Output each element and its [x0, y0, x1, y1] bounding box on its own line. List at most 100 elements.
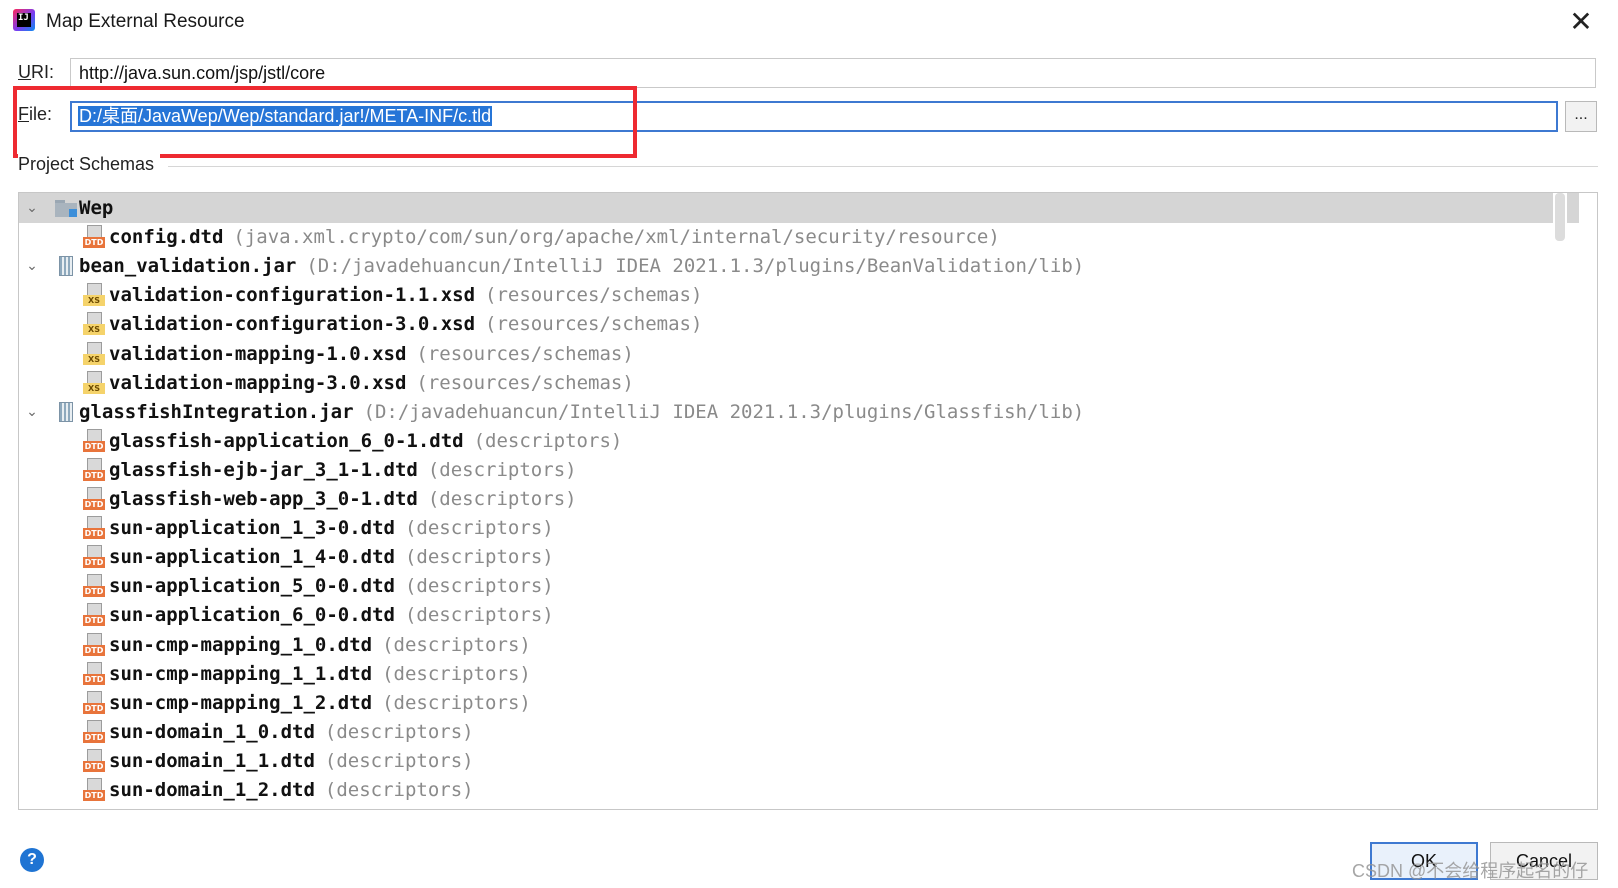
jar-icon: [59, 256, 73, 277]
tree-item-path: (resources/schemas): [416, 371, 634, 394]
tree-item-path: (descriptors): [404, 546, 554, 569]
tree-item-path: (descriptors): [382, 691, 531, 714]
jar-icon: [59, 401, 73, 422]
tree-row[interactable]: DTD sun-application_1_3-0.dtd (descriptors…: [19, 513, 1579, 543]
section-divider: [168, 166, 1598, 167]
tree-item-name: glassfish-application_6_0-1.dtd: [109, 429, 464, 452]
xsd-file-icon: XS: [83, 312, 105, 336]
tree-row[interactable]: DTD config.dtd (java.xml.crypto/com/sun/or…: [19, 222, 1579, 252]
chevron-down-icon[interactable]: ⌄: [24, 251, 40, 281]
tree-item-path: (resources/schemas): [485, 284, 703, 307]
tree-row[interactable]: DTD sun-application_5_0-0.dtd (descriptors…: [19, 571, 1579, 601]
tree-item-name: sun-application_1_4-0.dtd: [109, 546, 395, 569]
tree-item-name: config.dtd: [109, 226, 224, 249]
dtd-file-icon: DTD: [83, 632, 105, 657]
xsd-file-icon: XS: [83, 341, 105, 366]
tree-item-name: glassfish-web-app_3_0-1.dtd: [109, 488, 418, 510]
dtd-file-icon: DTD: [83, 574, 105, 598]
project-schemas-label: Project Schemas: [18, 154, 161, 175]
tree-item-name: sun-cmp-mapping_1_0.dtd: [109, 633, 373, 656]
xsd-file-icon: XS: [83, 283, 105, 307]
tree-item-path: (D:/javadehuancun/IntelliJ IDEA 2021.1.3…: [363, 400, 1085, 423]
tree-item-name: sun-application_5_0-0.dtd: [109, 575, 395, 598]
tree-row[interactable]: XS validation-configuration-3.0.xsd (resou…: [19, 309, 1579, 339]
tree-item-name: validation-mapping-1.0.xsd: [109, 342, 407, 365]
tree-row[interactable]: DTD sun-domain_1_2.dtd (descriptors): [19, 775, 1579, 805]
tree-row[interactable]: DTD sun-application_1_4-0.dtd (descriptors…: [19, 542, 1579, 572]
uri-input[interactable]: http://java.sun.com/jsp/jstl/core: [70, 58, 1596, 88]
tree-item-name: sun-application_1_3-0.dtd: [109, 517, 395, 540]
tree-item-path: (descriptors): [473, 429, 623, 452]
tree-row[interactable]: DTD sun-cmp-mapping_1_0.dtd (descriptors): [19, 630, 1579, 660]
intellij-idea-icon: IJ: [13, 9, 35, 31]
tree-item-name: glassfish-ejb-jar_3_1-1.dtd: [109, 458, 418, 481]
tree-row[interactable]: DTD sun-domain_1_1.dtd (descriptors): [19, 746, 1579, 776]
tree-item-path: (resources/schemas): [416, 342, 634, 365]
tree-row[interactable]: DTD glassfish-ejb-jar_3_1-1.dtd (descripto…: [19, 455, 1579, 485]
vertical-scrollbar[interactable]: [1553, 193, 1567, 809]
dtd-file-icon: DTD: [83, 225, 105, 249]
tree-item-path: (descriptors): [404, 604, 554, 627]
schema-tree[interactable]: DTD sun-domain_1_2.dtd (descriptors) DTD sun…: [18, 192, 1598, 810]
vertical-scrollbar-thumb[interactable]: [1555, 193, 1565, 241]
module-folder-icon: [55, 200, 77, 217]
tree-row[interactable]: DTD sun-cmp-mapping_1_1.dtd (descriptors): [19, 659, 1579, 689]
tree-item-path: (descriptors): [382, 662, 531, 685]
tree-item-path: (descriptors): [324, 720, 474, 743]
tree-item-path: (descriptors): [382, 633, 531, 656]
help-icon[interactable]: ?: [20, 848, 44, 872]
close-icon[interactable]: ✕: [1566, 8, 1596, 38]
dtd-file-icon: DTD: [83, 661, 105, 686]
tree-item-path: (descriptors): [324, 779, 474, 801]
dtd-file-icon: DTD: [83, 719, 105, 744]
tree-item-name: sun-domain_1_0.dtd: [109, 720, 315, 743]
chevron-down-icon[interactable]: ⌄: [24, 193, 40, 223]
tree-row[interactable]: DTD sun-domain_1_0.dtd (descriptors): [19, 717, 1579, 747]
tree-item-name: sun-cmp-mapping_1_2.dtd: [109, 691, 373, 714]
dtd-file-icon: DTD: [83, 545, 105, 569]
tree-item-name: Wep: [79, 197, 114, 219]
dtd-file-icon: DTD: [83, 603, 105, 627]
uri-label: URI:: [18, 62, 55, 82]
tree-row[interactable]: ⌄ bean_validation.jar (D:/javadehuancun/In…: [19, 251, 1579, 281]
dtd-file-icon: DTD: [83, 516, 105, 540]
tree-item-name: bean_validation.jar: [79, 255, 297, 278]
tree-item-name: sun-domain_1_1.dtd: [109, 749, 315, 772]
tree-item-path: (descriptors): [324, 749, 474, 772]
tree-row[interactable]: ⌄ Wep: [19, 193, 1579, 223]
browse-button[interactable]: ...: [1565, 101, 1597, 132]
dtd-file-icon: DTD: [83, 457, 105, 482]
tree-item-name: sun-domain_1_2.dtd: [109, 779, 315, 801]
dtd-file-icon: DTD: [83, 748, 105, 773]
tree-item-path: (descriptors): [404, 517, 554, 540]
tree-row[interactable]: XS validation-configuration-1.1.xsd (resou…: [19, 280, 1579, 310]
dtd-file-icon: DTD: [83, 487, 105, 511]
csdn-watermark: CSDN @不会给程序起名的仔: [1352, 861, 1589, 881]
tree-row[interactable]: DTD glassfish-web-app_3_0-1.dtd (descripto…: [19, 484, 1579, 514]
window-title: Map External Resource: [46, 11, 245, 32]
tree-item-path: (descriptors): [427, 488, 577, 510]
tree-item-path: (descriptors): [427, 458, 577, 481]
tree-item-path: (resources/schemas): [485, 313, 703, 336]
dtd-file-icon: DTD: [83, 690, 105, 715]
chevron-down-icon[interactable]: ⌄: [24, 397, 40, 427]
tree-row[interactable]: XS validation-mapping-1.0.xsd (resources/s…: [19, 339, 1579, 369]
dtd-file-icon: DTD: [83, 778, 105, 802]
tree-item-name: sun-cmp-mapping_1_1.dtd: [109, 662, 373, 685]
tree-row[interactable]: DTD glassfish-application_6_0-1.dtd (descr…: [19, 426, 1579, 456]
dtd-file-icon: DTD: [83, 428, 105, 453]
tree-item-path: (java.xml.crypto/com/sun/org/apache/xml/…: [233, 226, 1000, 249]
tree-item-name: validation-mapping-3.0.xsd: [109, 371, 407, 394]
title-bar: IJ Map External Resource ✕: [0, 0, 1618, 46]
tree-row[interactable]: ⌄ glassfishIntegration.jar (D:/javadehuanc…: [19, 397, 1579, 427]
tree-item-name: validation-configuration-3.0.xsd: [109, 313, 476, 336]
tree-row[interactable]: DTD sun-application_6_0-0.dtd (descriptors…: [19, 600, 1579, 630]
tree-row[interactable]: DTD sun-cmp-mapping_1_2.dtd (descriptors): [19, 688, 1579, 718]
tree-item-name: glassfishIntegration.jar: [79, 400, 354, 423]
annotation-highlight-box: [13, 86, 637, 158]
tree-item-path: (descriptors): [404, 575, 554, 598]
tree-item-name: validation-configuration-1.1.xsd: [109, 284, 476, 307]
tree-row[interactable]: XS validation-mapping-3.0.xsd (resources/s…: [19, 368, 1579, 398]
xsd-file-icon: XS: [83, 370, 105, 395]
tree-item-path: (D:/javadehuancun/IntelliJ IDEA 2021.1.3…: [306, 255, 1085, 278]
